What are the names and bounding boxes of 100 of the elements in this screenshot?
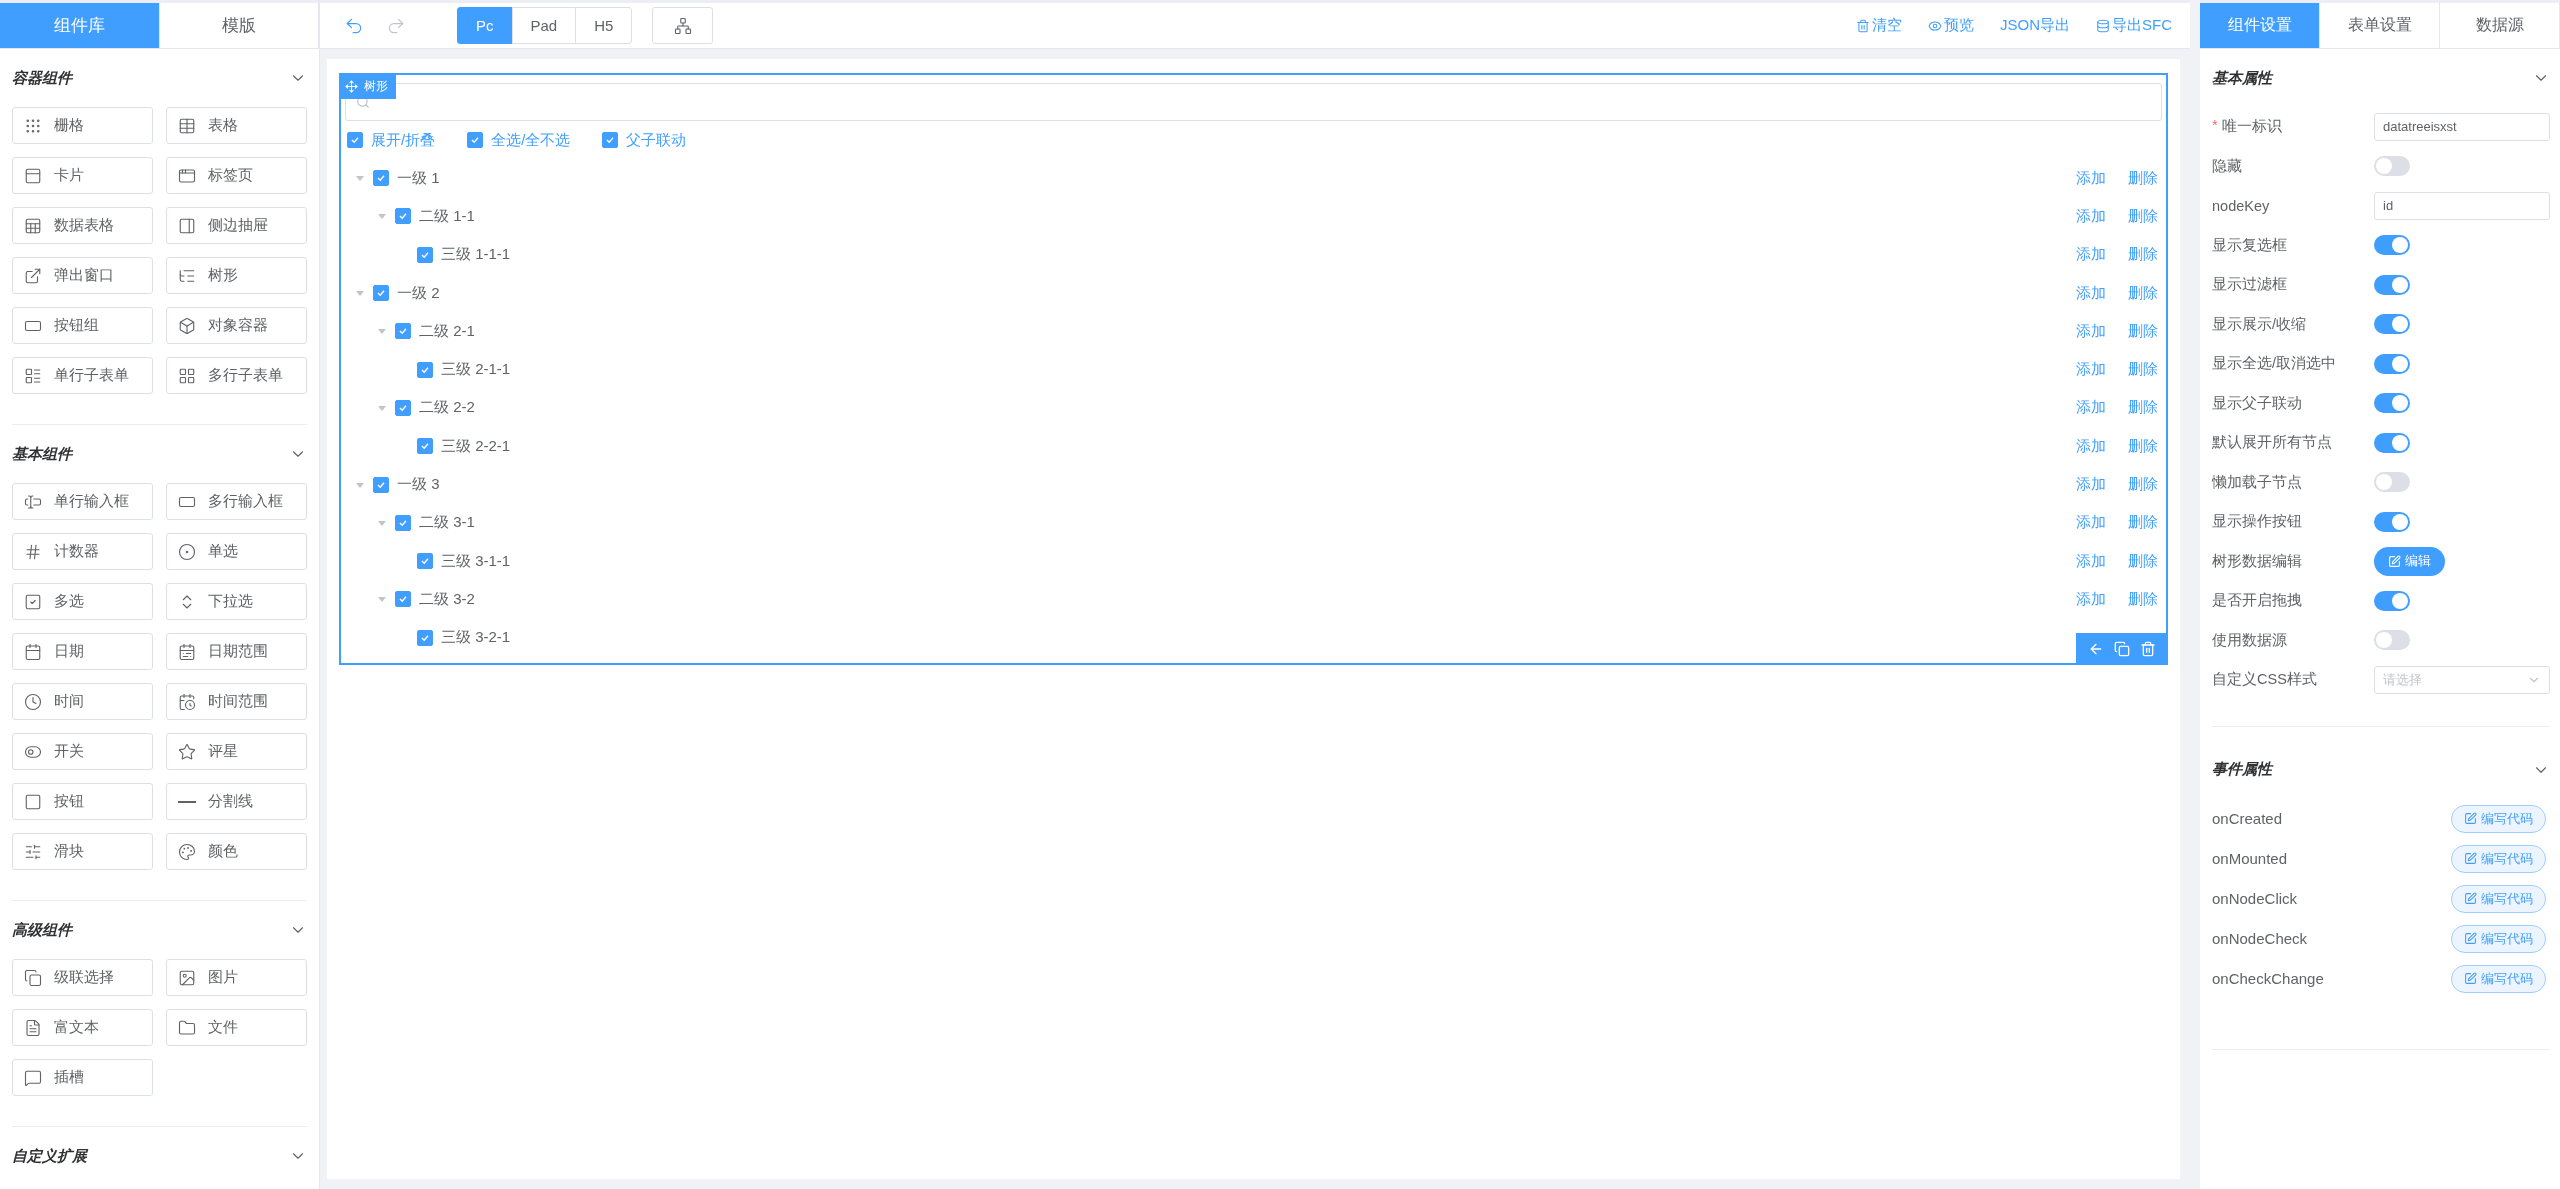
checkbox[interactable]: [347, 132, 363, 148]
component-item[interactable]: 时间: [12, 683, 153, 720]
checkbox[interactable]: [467, 132, 484, 148]
tree-node-label[interactable]: 二级 2-2: [419, 398, 475, 418]
component-item[interactable]: 时间范围: [166, 683, 307, 720]
toggle-switch[interactable]: [2374, 156, 2410, 177]
property-label: 显示复选框: [2212, 235, 2287, 255]
tree-node-label[interactable]: 三级 3-1-1: [441, 551, 511, 571]
tree-view-button[interactable]: [652, 7, 714, 44]
section-title: 高级组件: [12, 920, 72, 940]
component-item[interactable]: 弹出窗口: [12, 257, 153, 294]
event-name: onNodeClick: [2212, 890, 2298, 907]
component-item[interactable]: 文件: [166, 1009, 307, 1046]
toggle-switch[interactable]: [2374, 472, 2410, 493]
text-field[interactable]: datatreeisxst: [2374, 112, 2550, 141]
eye-icon: [1928, 18, 1942, 33]
toggle-switch[interactable]: [2374, 590, 2410, 611]
tree-node-label[interactable]: 一级 3: [397, 475, 440, 494]
component-item[interactable]: 日期范围: [166, 633, 307, 670]
component-item[interactable]: 分割线: [166, 783, 307, 820]
component-item[interactable]: 富文本: [12, 1009, 153, 1046]
component-item[interactable]: 单选: [166, 533, 307, 570]
toggle-switch[interactable]: [2374, 314, 2410, 335]
component-item[interactable]: 树形: [166, 257, 307, 294]
component-item[interactable]: 开关: [12, 733, 153, 770]
check-icon: [398, 326, 408, 337]
toggle-switch[interactable]: [2374, 393, 2410, 414]
tree-node-label[interactable]: 二级 2-1: [419, 321, 475, 341]
component-item[interactable]: 日期: [12, 633, 153, 670]
tree-node-label[interactable]: 二级 3-1: [419, 513, 475, 533]
tree-node-label[interactable]: 二级 3-2: [419, 589, 475, 609]
component-item[interactable]: 卡片: [12, 157, 153, 194]
toggle-switch[interactable]: [2374, 235, 2410, 256]
component-item[interactable]: 按钮组: [12, 307, 153, 344]
checkbox[interactable]: [602, 132, 619, 148]
device-tab[interactable]: H5: [575, 7, 633, 44]
component-item[interactable]: 多行子表单: [166, 357, 307, 394]
component-item[interactable]: 插槽: [12, 1059, 153, 1096]
checkbox[interactable]: [373, 170, 389, 187]
input-icon: [24, 492, 42, 511]
component-item[interactable]: 表格: [166, 107, 307, 144]
toggle-switch[interactable]: [2374, 432, 2410, 453]
card-icon: [24, 166, 42, 185]
component-item[interactable]: 计数器: [12, 533, 153, 570]
component-item[interactable]: 颜色: [166, 833, 307, 870]
checkbox[interactable]: [417, 361, 433, 378]
section-title: 容器组件: [12, 68, 72, 88]
component-item[interactable]: 数据表格: [12, 207, 153, 244]
checkbox[interactable]: [417, 438, 433, 455]
star-icon: [178, 742, 196, 761]
component-item[interactable]: 图片: [166, 959, 307, 996]
check-icon: [470, 135, 481, 145]
tree-node-label[interactable]: 三级 1-1-1: [441, 245, 511, 265]
property-label: 懒加载子节点: [2212, 472, 2302, 492]
component-item[interactable]: 标签页: [166, 157, 307, 194]
component-item[interactable]: 多选: [12, 583, 153, 620]
component-item[interactable]: 级联选择: [12, 959, 153, 996]
checkbox[interactable]: [417, 246, 433, 263]
checkbox[interactable]: [395, 591, 411, 608]
component-item[interactable]: 栅格: [12, 107, 153, 144]
component-item[interactable]: 单行输入框: [12, 483, 153, 520]
checkbox[interactable]: [395, 208, 411, 225]
component-item[interactable]: 评星: [166, 733, 307, 770]
component-item[interactable]: 对象容器: [166, 307, 307, 344]
check-icon: [350, 135, 360, 145]
text-field[interactable]: id: [2374, 191, 2550, 220]
tree-node-label[interactable]: 三级 2-2-1: [441, 436, 511, 456]
slot-icon: [24, 1068, 42, 1087]
device-tab[interactable]: Pad: [511, 7, 577, 44]
tree-node-label[interactable]: 三级 2-1-1: [441, 360, 511, 380]
sub-form-icon: [24, 366, 42, 385]
number-icon: [24, 542, 42, 561]
tree-widget[interactable]: 树形 展开/折叠 全选/全不选 父子联动 一级 1 添加 删除 二级 1-1 添加 删除 三级 1-1-1 添加 删除 一级 2 添加 删除 二级 2-1 添加 删除 三级 2-1-1 添加 删除 二级 2-2 添加 删除 三级 2-2-1 添加 删除 一级 3 添加 删除 二级 3-1 添加 删除 三级 3-1-1 添加 删除 二级 3-2 添加 删除 三级 3-2-1: [339, 73, 2168, 665]
toggle-switch[interactable]: [2374, 511, 2410, 532]
checkbox[interactable]: [395, 323, 411, 340]
tree-node-label[interactable]: 二级 1-1: [419, 206, 475, 226]
component-item[interactable]: 按钮: [12, 783, 153, 820]
checkbox[interactable]: [417, 553, 433, 570]
tree-node-label[interactable]: 三级 3-2-1: [441, 628, 511, 648]
slider-icon: [24, 842, 42, 861]
edit-icon: [2464, 892, 2477, 905]
checkbox[interactable]: [417, 629, 433, 646]
component-item[interactable]: 侧边抽屉: [166, 207, 307, 244]
checkbox[interactable]: [373, 476, 389, 493]
checkbox[interactable]: [395, 399, 411, 416]
toggle-switch[interactable]: [2374, 353, 2410, 374]
property-label: 显示父子联动: [2212, 393, 2302, 413]
component-item[interactable]: 多行输入框: [166, 483, 307, 520]
palette-icon: [178, 842, 196, 861]
tree-node-label[interactable]: 一级 1: [397, 168, 440, 188]
toggle-switch[interactable]: [2374, 630, 2410, 651]
component-item[interactable]: 下拉选: [166, 583, 307, 620]
checkbox[interactable]: [395, 514, 411, 531]
toggle-switch[interactable]: [2374, 274, 2410, 295]
tree-node-label[interactable]: 一级 2: [397, 283, 440, 303]
property-label: 默认展开所有节点: [2212, 433, 2332, 453]
component-item[interactable]: 滑块: [12, 833, 153, 870]
checkbox[interactable]: [373, 285, 389, 302]
folder-icon: [178, 1018, 196, 1037]
component-item[interactable]: 单行子表单: [12, 357, 153, 394]
